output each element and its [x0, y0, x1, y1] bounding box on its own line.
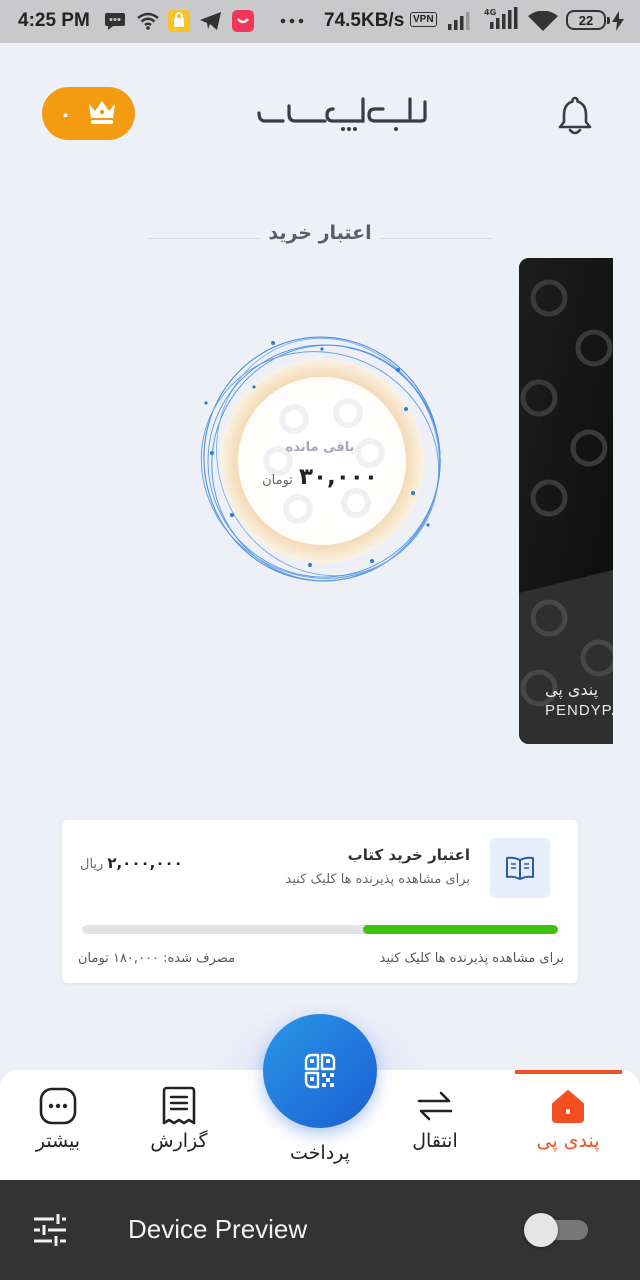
card-brand-en: PENDYPA — [545, 702, 613, 719]
nav-item-report[interactable]: گزارش — [124, 1070, 234, 1187]
premium-count: ۰ — [59, 101, 72, 126]
used-amount: مصرف شده: ۱۸۰,۰۰۰ تومان — [78, 951, 236, 966]
app-yellow-icon — [168, 10, 190, 32]
app-red-icon — [232, 10, 254, 32]
credit-progress-bar — [82, 925, 558, 934]
nav-label-transfer: انتقال — [412, 1130, 458, 1152]
status-time: 4:25 PM — [18, 10, 90, 31]
wifi-icon — [136, 11, 160, 31]
pendypay-card[interactable]: پندی پی PENDYPA — [519, 258, 613, 744]
more-icon — [39, 1087, 77, 1125]
book-credit-amount: ۲,۰۰۰,۰۰۰ریال — [80, 853, 183, 872]
toggle-knob — [524, 1213, 558, 1247]
book-credit-title: اعتبار خرید کتاب — [347, 846, 470, 864]
nav-item-transfer[interactable]: انتقال — [380, 1070, 490, 1187]
balance-amount: ۳۰,۰۰۰ — [298, 464, 378, 490]
crown-icon — [86, 98, 118, 130]
charging-icon — [612, 11, 624, 31]
transfer-arrows-icon — [417, 1091, 453, 1121]
credit-progress-fill — [362, 925, 558, 934]
svg-text:4G: 4G — [484, 8, 496, 17]
home-icon — [552, 1090, 584, 1123]
premium-badge-button[interactable]: ۰ — [42, 87, 135, 140]
more-dots-icon — [280, 11, 304, 31]
notification-bell-icon[interactable] — [553, 93, 597, 137]
device-preview-toggle[interactable] — [524, 1213, 588, 1247]
balance-currency: تومان — [262, 473, 293, 488]
network-speed: 74.5KB/s — [324, 10, 405, 31]
nav-label-payment: پرداخت — [290, 1142, 350, 1164]
wifi-icon — [528, 11, 558, 31]
sliders-icon[interactable] — [32, 1213, 68, 1251]
nav-label-more: بیشتر — [35, 1130, 81, 1152]
telegram-icon — [199, 11, 223, 31]
status-bar: 4:25 PM 74.5KB/s VPN 4G 22 — [0, 0, 640, 43]
book-credit-subtitle: برای مشاهده پذیرنده ها کلیک کنید — [285, 872, 470, 887]
battery-indicator: 22 — [566, 10, 610, 30]
nav-item-more[interactable]: بیشتر — [3, 1070, 113, 1187]
signal-icon: 4G — [484, 7, 520, 29]
signal-icon — [447, 11, 471, 31]
qr-payment-icon — [304, 1053, 336, 1089]
acceptors-link[interactable]: برای مشاهده پذیرنده ها کلیک کنید — [380, 951, 564, 966]
receipt-icon — [162, 1086, 196, 1125]
book-credit-card[interactable]: اعتبار خرید کتاب برای مشاهده پذیرنده ها … — [62, 820, 578, 983]
app-logo — [255, 88, 435, 132]
card-brand-fa: پندی پی — [545, 680, 599, 699]
device-preview-label: Device Preview — [128, 1214, 308, 1244]
vpn-badge: VPN — [410, 12, 437, 27]
book-icon — [490, 838, 550, 898]
section-title: اعتبار خرید — [268, 222, 372, 244]
payment-fab-button[interactable] — [263, 1014, 377, 1128]
nav-label-report: گزارش — [150, 1130, 208, 1152]
credit-amount-currency: ریال — [80, 857, 104, 872]
nav-label-home: پندی پی — [536, 1130, 600, 1152]
credit-amount-value: ۲,۰۰۰,۰۰۰ — [107, 854, 183, 872]
nav-item-home[interactable]: پندی پی — [513, 1070, 623, 1187]
message-icon — [104, 11, 126, 31]
